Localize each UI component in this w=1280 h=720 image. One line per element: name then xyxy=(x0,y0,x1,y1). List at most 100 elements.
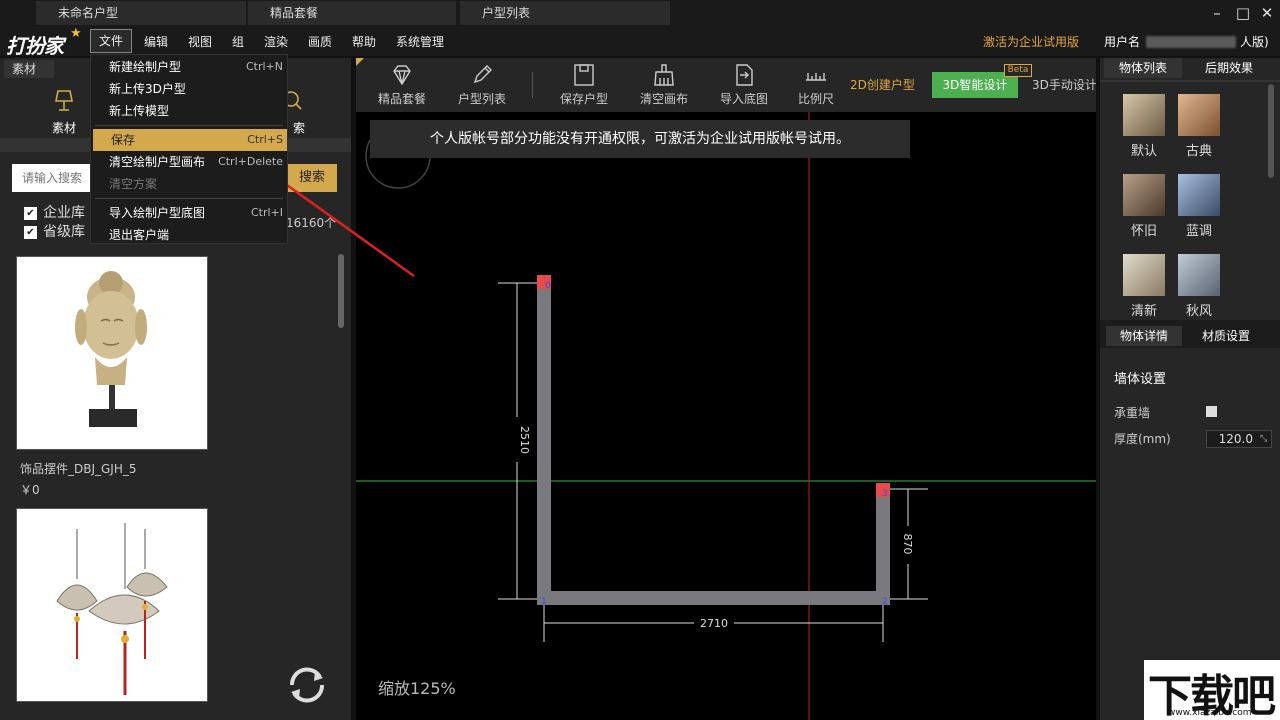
menu-exit-label: 退出客户端 xyxy=(109,228,170,242)
zoom-level: 缩放125% xyxy=(378,679,456,698)
minimize-icon[interactable]: – xyxy=(1206,3,1228,23)
menu-help[interactable]: 帮助 xyxy=(350,32,378,52)
pencil-icon xyxy=(473,65,492,84)
effect-blue-label: 蓝调 xyxy=(1185,224,1212,239)
corner-label-3: 3 xyxy=(882,489,888,499)
menu-new-plan-label: 新建绘制户型 xyxy=(109,60,182,74)
effect-classic-thumb xyxy=(1178,94,1220,136)
tool-scale[interactable]: 比例尺 xyxy=(776,62,856,107)
maximize-icon[interactable]: □ xyxy=(1232,3,1254,23)
tool-premium-package[interactable]: 精品套餐 xyxy=(362,62,442,107)
lantern-image xyxy=(56,523,168,695)
tab-object-details[interactable]: 物体详情 xyxy=(1106,326,1182,346)
menu-separator xyxy=(95,198,283,199)
effect-default-thumb xyxy=(1123,94,1165,136)
checkbox-province-label: 省级库 xyxy=(43,224,85,240)
menu-render[interactable]: 渲染 xyxy=(262,32,290,52)
tool-save-plan[interactable]: 保存户型 xyxy=(544,62,624,107)
close-icon[interactable]: ✕ xyxy=(1256,3,1278,23)
menu-upload-3d-plan[interactable]: 新上传3D户型 xyxy=(91,78,287,100)
effect-classic-label: 古典 xyxy=(1185,144,1212,159)
material-thumb-buddha[interactable] xyxy=(16,256,208,450)
checkbox-enterprise-lib[interactable]: ✔ 企业库 xyxy=(24,204,85,222)
user-version: 人版) xyxy=(1240,35,1269,49)
left-scrollbar[interactable] xyxy=(338,254,344,328)
refresh-icon[interactable] xyxy=(284,662,330,708)
material-price: ￥0 xyxy=(20,483,40,497)
menu-bar: 打扮家 ★ 文件 编辑 视图 组 渲染 画质 帮助 系统管理 激活为企业试用版 … xyxy=(0,26,1280,58)
checkbox-check-icon: ✔ xyxy=(24,225,37,239)
effect-fresh-thumb xyxy=(1123,254,1165,296)
wall-right[interactable] xyxy=(876,483,890,605)
result-count: 16160个 xyxy=(286,216,337,230)
tab-post-effects[interactable]: 后期效果 xyxy=(1192,58,1266,78)
tool-plan-list[interactable]: 户型列表 xyxy=(442,62,522,107)
material-thumb-lanterns[interactable] xyxy=(16,508,208,702)
effect-nostalgic[interactable]: 怀旧 xyxy=(1121,174,1167,239)
menu-clear-canvas-label: 清空绘制户型画布 xyxy=(109,155,206,169)
mode-2d-create[interactable]: 2D创建户型 xyxy=(850,76,915,93)
menu-shortcut: Ctrl+N xyxy=(245,60,283,73)
effect-default-label: 默认 xyxy=(1130,144,1157,159)
menu-view[interactable]: 视图 xyxy=(186,32,214,52)
title-bar: 未命名户型 精品套餐 户型列表 – □ ✕ xyxy=(0,0,1280,26)
menu-shortcut: Ctrl+Delete xyxy=(218,155,283,168)
search-button[interactable]: 搜索 xyxy=(287,164,337,192)
tab-material[interactable]: 素材 xyxy=(4,60,54,78)
floor-plan-drawing[interactable]: 0 1 2 3 2510 870 2710 xyxy=(356,112,1096,720)
menu-clear-canvas[interactable]: 清空绘制户型画布 Ctrl+Delete xyxy=(91,151,287,173)
menu-group[interactable]: 组 xyxy=(230,32,246,52)
menu-upload-model[interactable]: 新上传模型 xyxy=(91,100,287,122)
effect-blue[interactable]: 蓝调 xyxy=(1176,174,1222,239)
menu-save[interactable]: 保存 Ctrl+S xyxy=(93,129,287,151)
menu-file[interactable]: 文件 xyxy=(90,29,133,53)
menu-exit[interactable]: 退出客户端 xyxy=(91,224,287,246)
tool-import-base[interactable]: 导入底图 xyxy=(704,62,784,107)
effects-scrollbar[interactable] xyxy=(1268,84,1274,178)
mode-3d-manual[interactable]: 3D手动设计 xyxy=(1032,76,1096,93)
dimension-bottom-value: 2710 xyxy=(700,617,728,630)
tool-plan-list-label: 户型列表 xyxy=(457,92,506,106)
effect-classic[interactable]: 古典 xyxy=(1176,94,1222,159)
beta-badge: Beta xyxy=(1004,64,1032,77)
tool-clear-canvas[interactable]: 清空画布 xyxy=(624,62,704,107)
lamp-icon xyxy=(55,90,73,111)
menu-quality[interactable]: 画质 xyxy=(306,32,334,52)
menu-upload-3d-label: 新上传3D户型 xyxy=(109,82,186,96)
tab-material-settings[interactable]: 材质设置 xyxy=(1188,326,1264,346)
tab-object-list[interactable]: 物体列表 xyxy=(1104,58,1182,78)
effect-autumn[interactable]: 秋风 xyxy=(1176,254,1222,319)
checkbox-enterprise-label: 企业库 xyxy=(43,205,85,221)
tool-clear-label: 清空画布 xyxy=(639,92,688,106)
material-tool-label: 素材 xyxy=(51,121,76,135)
tool-save-label: 保存户型 xyxy=(559,92,608,106)
menu-import-base[interactable]: 导入绘制户型底图 Ctrl+I xyxy=(91,202,287,224)
canvas-toolbar: 精品套餐 户型列表 保存户型 清空画布 导入底图 比例尺 2D创建户型 3D智能… xyxy=(356,58,1096,112)
user-label: 用户名 xyxy=(1104,35,1141,49)
diamond-icon xyxy=(393,65,411,86)
tab-premium-package[interactable]: 精品套餐 xyxy=(248,1,456,25)
menu-system[interactable]: 系统管理 xyxy=(394,32,446,52)
app-logo: 打扮家 xyxy=(6,34,64,58)
corner-label-0: 0 xyxy=(545,281,551,291)
activate-enterprise-link[interactable]: 激活为企业试用版 xyxy=(983,32,1079,52)
tab-plan-list[interactable]: 户型列表 xyxy=(460,1,670,25)
effect-autumn-label: 秋风 xyxy=(1185,304,1212,319)
material-tool[interactable]: 素材 xyxy=(34,88,94,136)
wall-bottom[interactable] xyxy=(537,591,890,605)
ruler-icon xyxy=(806,73,826,81)
menu-edit[interactable]: 编辑 xyxy=(142,32,170,52)
tool-scale-label: 比例尺 xyxy=(797,92,834,106)
effect-fresh[interactable]: 清新 xyxy=(1121,254,1167,319)
effect-default[interactable]: 默认 xyxy=(1121,94,1167,159)
bearing-wall-checkbox[interactable] xyxy=(1206,406,1217,417)
effect-blue-thumb xyxy=(1178,174,1220,216)
tab-untitled-plan[interactable]: 未命名户型 xyxy=(36,1,246,25)
menu-upload-model-label: 新上传模型 xyxy=(109,104,170,118)
checkbox-province-lib[interactable]: ✔ 省级库 xyxy=(24,223,85,241)
menu-new-plan[interactable]: 新建绘制户型 Ctrl+N xyxy=(91,56,287,78)
material-name: 饰品摆件_DBJ_GJH_5 xyxy=(20,462,137,476)
watermark-url: www.xiazaiba.com xyxy=(1168,708,1252,718)
wall-left[interactable] xyxy=(537,275,551,605)
spinner-icon[interactable]: ⤡ xyxy=(1260,434,1267,444)
